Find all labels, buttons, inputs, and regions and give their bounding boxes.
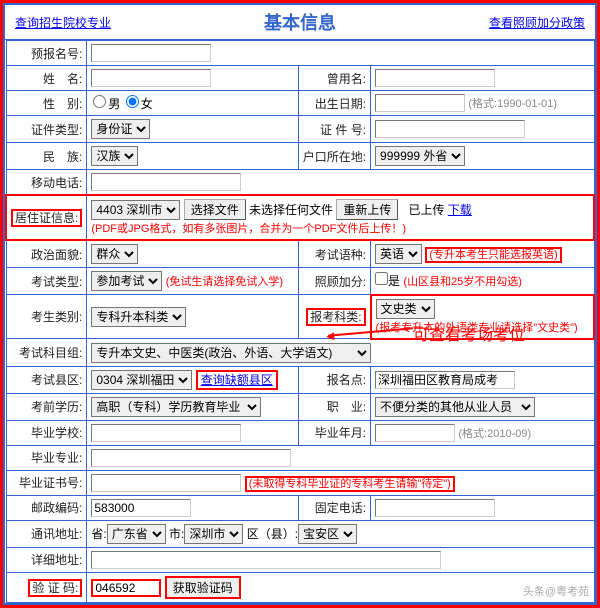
birth-hint: (格式:1990-01-01) [468,98,557,110]
get-captcha-button[interactable]: 获取验证码 [165,576,241,599]
examlang-select[interactable]: 英语 [375,244,422,264]
addr-label: 通讯地址: [6,520,87,547]
residence-label: 居住证信息: [6,195,87,240]
bonus-hint: (山区县和25岁不用勾选) [403,276,522,288]
watermark-text: 头条@粤考苑 [523,583,589,599]
prereg-label: 预报名号: [6,41,87,66]
subject-hint: (报考专升本的外语类专业请选择"文史类") [376,322,578,334]
subjectgroup-select[interactable]: 专升本文史、中医类(政治、外语、大学语文) [91,343,371,363]
major-input[interactable] [91,449,291,467]
examlang-label: 考试语种: [298,240,370,268]
gender-female-text: 女 [141,97,153,111]
district-label: 考试县区: [6,366,87,393]
birth-input[interactable] [375,94,465,112]
gradschool-input[interactable] [91,424,241,442]
nation-select[interactable]: 汉族 [91,146,138,166]
residence-hint: (PDF或JPG格式，如有多张图片，合并为一个PDF文件后上传！) [91,223,406,235]
residence-city-select[interactable]: 4403 深圳市 [91,200,180,220]
link-school-major[interactable]: 查询招生院校专业 [5,10,121,35]
politics-select[interactable]: 群众 [91,244,138,264]
prereg-input[interactable] [91,44,211,62]
gender-label: 性 别: [6,91,87,116]
prov-select[interactable]: 广东省 [107,524,166,544]
detailaddr-input[interactable] [91,551,441,569]
bonus-checkbox[interactable] [375,272,388,285]
detailaddr-label: 详细地址: [6,547,87,572]
captcha-input[interactable] [91,579,161,597]
examtype-hint: (免试生请选择免试入学) [166,276,283,288]
idtype-label: 证件类型: [6,116,87,143]
idno-input[interactable] [375,120,525,138]
name-label: 姓 名: [6,66,87,91]
zip-input[interactable] [91,499,191,517]
former-name-input[interactable] [375,69,495,87]
gradyear-label: 毕业年月: [298,420,370,445]
subject-label: 报考科类: [298,295,370,339]
city-text: 市: [169,527,184,541]
job-select[interactable]: 不便分类的其他从业人员 [375,397,535,417]
choose-file-button[interactable]: 选择文件 [184,199,246,220]
site-label: 报名点: [298,366,370,393]
gradyear-hint: (格式:2010-09) [458,428,531,440]
prov-text: 省: [91,527,106,541]
cert-label: 毕业证书号: [6,470,87,495]
captcha-label: 验 证 码: [6,572,87,602]
query-vacancy-link[interactable]: 查询缺额县区 [196,370,278,390]
examtype-label: 考试类型: [6,268,87,295]
former-name-label: 曾用名: [298,66,370,91]
name-input[interactable] [91,69,211,87]
gender-female-radio[interactable] [126,95,139,108]
gradschool-label: 毕业学校: [6,420,87,445]
major-label: 毕业专业: [6,445,87,470]
subject-select[interactable]: 文史类 [376,299,435,319]
nation-label: 民 族: [6,143,87,170]
download-link[interactable]: 下载 [448,203,472,217]
county-select[interactable]: 宝安区 [298,524,357,544]
phone-input[interactable] [375,499,495,517]
no-file-text: 未选择任何文件 [249,203,333,217]
bonus-cb-text: 是 [388,274,400,288]
page-title: 基本信息 [121,5,479,39]
county-text: 区（县）: [247,527,298,541]
stutype-label: 考生类别: [6,295,87,339]
idtype-select[interactable]: 身份证 [91,119,150,139]
hukou-label: 户口所在地: [298,143,370,170]
phone-label: 固定电话: [298,495,370,520]
stutype-select[interactable]: 专科升本科类 [91,307,186,327]
mobile-label: 移动电话: [6,170,87,196]
cert-hint: (未取得专科毕业证的专科考生请输"待定") [245,476,455,492]
gender-male-radio[interactable] [93,95,106,108]
bonus-label: 照顾加分: [298,268,370,295]
birth-label: 出生日期: [298,91,370,116]
site-input[interactable] [375,371,515,389]
reupload-button[interactable]: 重新上传 [336,199,398,220]
politics-label: 政治面貌: [6,240,87,268]
gradyear-input[interactable] [375,424,455,442]
district-select[interactable]: 0304 深圳福田 [91,370,192,390]
idno-label: 证 件 号: [298,116,370,143]
subjectgroup-label: 考试科目组: [6,339,87,367]
hukou-select[interactable]: 999999 外省 [375,146,465,166]
examtype-select[interactable]: 参加考试 [91,271,162,291]
mobile-input[interactable] [91,173,241,191]
preedu-label: 考前学历: [6,393,87,420]
link-bonus-policy[interactable]: 查看照顾加分政策 [479,10,595,35]
job-label: 职 业: [298,393,370,420]
examlang-hint: (专升本考生只能选报英语) [425,247,561,263]
city-select[interactable]: 深圳市 [184,524,243,544]
cert-input[interactable] [91,474,241,492]
preedu-select[interactable]: 高职（专科）学历教育毕业 [91,397,261,417]
gender-male-text: 男 [108,97,120,111]
zip-label: 邮政编码: [6,495,87,520]
uploaded-text: 已上传 [408,203,444,217]
